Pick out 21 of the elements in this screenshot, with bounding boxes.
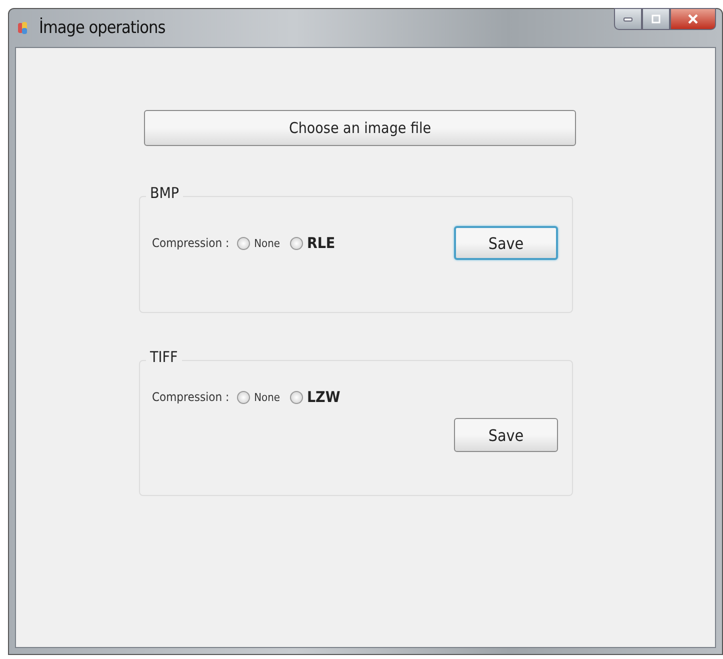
window-title: İmage operations [39,18,166,38]
radio-button[interactable] [290,236,303,250]
app-icon [17,20,29,36]
save-button[interactable]: Save [454,418,558,452]
radio-button[interactable] [290,390,303,404]
close-icon [688,14,698,24]
save-button[interactable]: Save [454,226,558,260]
minimize-button[interactable] [614,8,642,30]
radio-button[interactable] [237,390,250,404]
choose-file-button[interactable]: Choose an image file [144,110,576,146]
close-button[interactable] [670,8,716,30]
compression-label: Compression : [152,236,230,250]
radio-button[interactable] [237,236,250,250]
compression-label: Compression : [152,390,230,404]
minimize-icon [623,16,633,22]
maximize-icon [651,14,661,24]
radio-option[interactable]: None [237,390,280,404]
maximize-button[interactable] [642,8,670,30]
radio-option[interactable]: RLE [290,234,336,252]
radio-option[interactable]: None [237,236,280,250]
radio-option[interactable]: LZW [290,388,340,406]
